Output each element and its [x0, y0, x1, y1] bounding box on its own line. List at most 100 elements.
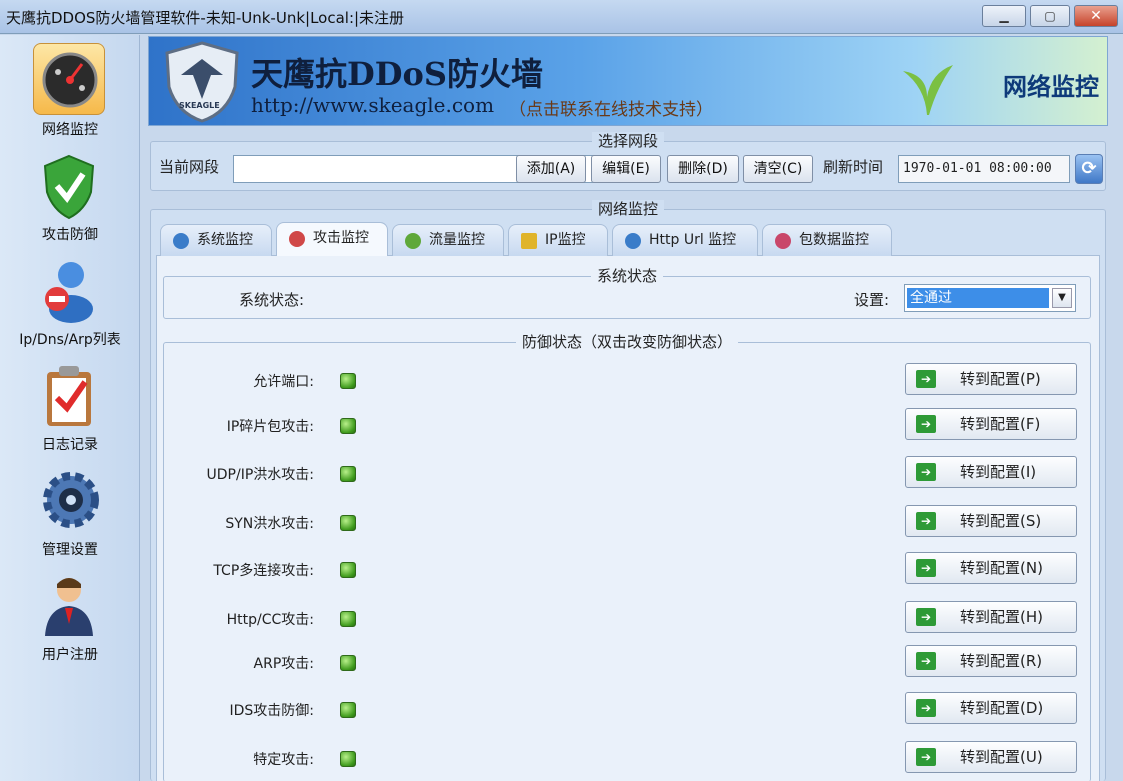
goto-config-button[interactable]: ➔ 转到配置(S) [905, 505, 1077, 537]
tab-label: IP监控 [545, 232, 586, 248]
sidebar-item-label: 日志记录 [42, 437, 98, 453]
sidebar-item-label: 用户注册 [42, 647, 98, 663]
add-button[interactable]: 添加(A) [516, 155, 586, 183]
goto-config-button[interactable]: ➔ 转到配置(H) [905, 601, 1077, 633]
goto-config-button[interactable]: ➔ 转到配置(F) [905, 408, 1077, 440]
arrow-right-icon: ➔ [916, 748, 936, 766]
delete-button[interactable]: 删除(D) [667, 155, 739, 183]
attack-icon [289, 231, 305, 247]
refresh-button[interactable]: ⟳ [1075, 154, 1103, 184]
minimize-button[interactable]: ▁ [982, 5, 1026, 27]
support-banner[interactable]: SKEAGLE 天鹰抗DDoS防火墙 http://www.skeagle.co… [148, 36, 1108, 126]
network-monitor-title: 网络监控 [591, 200, 664, 218]
dashboard-gauge-icon [33, 43, 105, 115]
setting-label: 设置: [854, 291, 890, 309]
defense-row-label: ARP攻击: [253, 656, 314, 672]
eagle-logo: SKEAGLE [163, 41, 241, 123]
goto-config-button[interactable]: ➔ 转到配置(I) [905, 456, 1077, 488]
goto-config-button[interactable]: ➔ 转到配置(D) [905, 692, 1077, 724]
clear-button[interactable]: 清空(C) [743, 155, 813, 183]
window-title: 天鹰抗DDOS防火墙管理软件-未知-Unk-Unk|Local:|未注册 [6, 9, 405, 27]
system-status-title: 系统状态 [590, 267, 663, 285]
goto-config-label: 转到配置(R) [960, 652, 1043, 670]
tab-http-url-monitor[interactable]: Http Url 监控 [612, 224, 758, 256]
tab-label: 攻击监控 [313, 230, 369, 246]
goto-config-button[interactable]: ➔ 转到配置(U) [905, 741, 1077, 773]
defense-row-label: SYN洪水攻击: [225, 516, 314, 532]
maximize-button[interactable]: ▢ [1030, 5, 1070, 27]
defense-status-title: 防御状态（双击改变防御状态） [515, 333, 738, 351]
arrow-right-icon: ➔ [916, 415, 936, 433]
arrow-right-icon: ➔ [916, 512, 936, 530]
tab-traffic-monitor[interactable]: 流量监控 [392, 224, 504, 256]
goto-config-button[interactable]: ➔ 转到配置(R) [905, 645, 1077, 677]
goto-config-label: 转到配置(F) [960, 415, 1041, 433]
sidebar-item-label: 攻击防御 [42, 227, 98, 243]
goto-config-label: 转到配置(U) [960, 748, 1043, 766]
tab-system-monitor[interactable]: 系统监控 [160, 224, 272, 256]
sidebar-item-user-register[interactable]: 用户注册 [0, 564, 140, 664]
defense-row-label: UDP/IP洪水攻击: [206, 467, 314, 483]
defense-row-label: Http/CC攻击: [226, 612, 314, 628]
sidebar: 网络监控 攻击防御 Ip/Dns/Arp列表 日志记录 管理设置 用户注册 [0, 35, 140, 781]
globe-icon [625, 233, 641, 249]
tab-attack-monitor[interactable]: 攻击监控 [276, 222, 388, 257]
defense-row: Http/CC攻击: ➔ 转到配置(H) [164, 599, 1092, 639]
status-led-icon[interactable] [340, 562, 356, 578]
arrow-right-icon: ➔ [916, 652, 936, 670]
support-link[interactable]: （点击联系在线技术支持） [509, 95, 713, 120]
goto-config-label: 转到配置(I) [960, 463, 1037, 481]
sidebar-item-ip-dns-arp-list[interactable]: Ip/Dns/Arp列表 [0, 249, 140, 349]
banner-section-title: 网络监控 [1003, 72, 1099, 101]
sidebar-item-network-monitor[interactable]: 网络监控 [0, 39, 140, 139]
tab-packet-monitor[interactable]: 包数据监控 [762, 224, 892, 256]
sidebar-item-logs[interactable]: 日志记录 [0, 354, 140, 454]
website-url[interactable]: http://www.skeagle.com [251, 93, 494, 117]
sidebar-item-settings[interactable]: 管理设置 [0, 459, 140, 559]
monitor-tabs: 系统监控 攻击监控 流量监控 IP监控 Http Url 监控 包数据监控 [156, 222, 1100, 257]
current-segment-label: 当前网段 [159, 158, 220, 176]
status-led-icon[interactable] [340, 466, 356, 482]
defense-row: IDS攻击防御: ➔ 转到配置(D) [164, 690, 1092, 730]
defense-row: IP碎片包攻击: ➔ 转到配置(F) [164, 406, 1092, 446]
status-led-icon[interactable] [340, 611, 356, 627]
defense-row-label: TCP多连接攻击: [213, 563, 314, 579]
user-block-icon [33, 253, 105, 325]
status-led-icon[interactable] [340, 751, 356, 767]
packet-icon [775, 233, 791, 249]
tab-label: 包数据监控 [799, 232, 869, 248]
gear-icon [33, 463, 105, 535]
setting-select[interactable]: 全通过 ▼ [904, 284, 1076, 312]
traffic-icon [405, 233, 421, 249]
edit-button[interactable]: 编辑(E) [591, 155, 661, 183]
status-led-icon[interactable] [340, 702, 356, 718]
system-status-label: 系统状态: [239, 291, 305, 309]
sidebar-item-attack-defense[interactable]: 攻击防御 [0, 144, 140, 244]
leaf-decoration-icon [903, 65, 953, 115]
chevron-down-icon[interactable]: ▼ [1052, 288, 1072, 308]
sidebar-item-label: 网络监控 [42, 122, 98, 138]
goto-config-button[interactable]: ➔ 转到配置(N) [905, 552, 1077, 584]
goto-config-button[interactable]: ➔ 转到配置(P) [905, 363, 1077, 395]
defense-row: ARP攻击: ➔ 转到配置(R) [164, 643, 1092, 683]
sidebar-item-label: Ip/Dns/Arp列表 [19, 332, 121, 348]
tab-label: Http Url 监控 [649, 232, 737, 248]
goto-config-label: 转到配置(H) [960, 608, 1043, 626]
goto-config-label: 转到配置(D) [960, 699, 1044, 717]
defense-row: 特定攻击: ➔ 转到配置(U) [164, 739, 1092, 779]
defense-row: TCP多连接攻击: ➔ 转到配置(N) [164, 550, 1092, 590]
arrow-right-icon: ➔ [916, 370, 936, 388]
status-led-icon[interactable] [340, 655, 356, 671]
tab-ip-monitor[interactable]: IP监控 [508, 224, 608, 256]
defense-row-label: IP碎片包攻击: [226, 419, 314, 435]
network-monitor-group: 网络监控 系统监控 攻击监控 流量监控 IP监控 Http Url 监控 包数据… [150, 200, 1106, 781]
status-led-icon[interactable] [340, 515, 356, 531]
close-button[interactable]: ✕ [1074, 5, 1118, 27]
product-name: 天鹰抗DDoS防火墙 [251, 55, 543, 93]
arrow-right-icon: ➔ [916, 608, 936, 626]
minimize-icon: ▁ [999, 9, 1009, 23]
status-led-icon[interactable] [340, 418, 356, 434]
status-led-icon[interactable] [340, 373, 356, 389]
goto-config-label: 转到配置(P) [960, 370, 1041, 388]
segment-group-title: 选择网段 [591, 132, 664, 150]
